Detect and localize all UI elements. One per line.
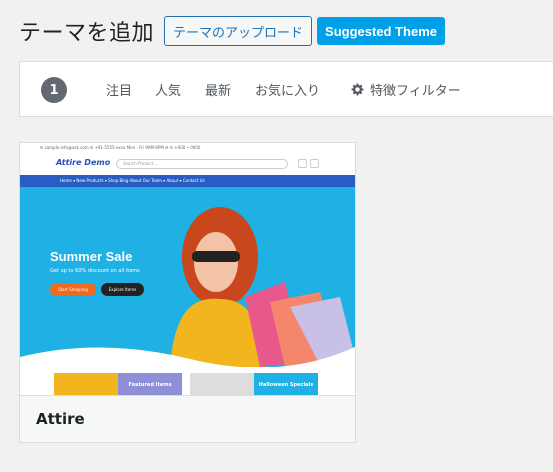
halloween-card-image: [190, 373, 254, 395]
theme-name-bar[interactable]: Attire: [20, 395, 355, 442]
theme-filter-bar: 1 注目 人気 最新 お気に入り 特徴フィルター: [19, 61, 553, 117]
theme-card[interactable]: ✉ sample.info@ask.com ✆ +91-5555-xxxx Mo…: [19, 142, 356, 443]
suggested-theme-button[interactable]: Suggested Theme: [317, 17, 445, 45]
screenshot-cart-icon: [310, 159, 319, 168]
page-title: テーマを追加: [19, 21, 155, 46]
screenshot-user-icon: [298, 159, 307, 168]
hero-model-illustration: [20, 207, 355, 367]
theme-name: Attire: [36, 410, 85, 428]
upload-theme-button[interactable]: テーマのアップロード: [164, 16, 313, 46]
theme-screenshot[interactable]: ✉ sample.info@ask.com ✆ +91-5555-xxxx Mo…: [20, 143, 355, 395]
featured-card-label: Featured Items: [118, 373, 182, 395]
tab-popular[interactable]: 人気: [155, 80, 181, 99]
page-header: テーマを追加 テーマのアップロード Suggested Theme: [19, 14, 445, 48]
tab-featured[interactable]: 注目: [106, 80, 132, 99]
featured-card-image: [54, 373, 118, 395]
screenshot-logo: Attire Demo: [56, 158, 111, 167]
screenshot-search: Search Product...: [116, 159, 288, 169]
screenshot-topbar: ✉ sample.info@ask.com ✆ +91-5555-xxxx Mo…: [40, 145, 201, 150]
screenshot-header: Attire Demo Search Product...: [20, 153, 355, 175]
hero-title: Summer Sale: [50, 249, 133, 264]
theme-count-badge: 1: [41, 77, 67, 103]
hero-subtitle: Get up to 60% discount on all items: [50, 268, 140, 274]
gear-icon: [351, 83, 364, 96]
halloween-card-label: Halloween Specials: [254, 373, 318, 395]
screenshot-cards: Featured Items Halloween Specials: [20, 367, 355, 395]
hero-shop-button: Start Shopping: [50, 283, 96, 296]
feature-filter-button[interactable]: 特徴フィルター: [350, 80, 461, 99]
tab-latest[interactable]: 最新: [205, 80, 231, 99]
screenshot-nav: Home ▾ New Products ▾ Shop Blog About Ou…: [20, 175, 355, 187]
screenshot-hero: Summer Sale Get up to 60% discount on al…: [20, 187, 355, 367]
hero-explore-button: Explore Items: [101, 283, 144, 296]
tab-favorites[interactable]: お気に入り: [255, 80, 320, 99]
feature-filter-label: 特徴フィルター: [370, 84, 461, 99]
